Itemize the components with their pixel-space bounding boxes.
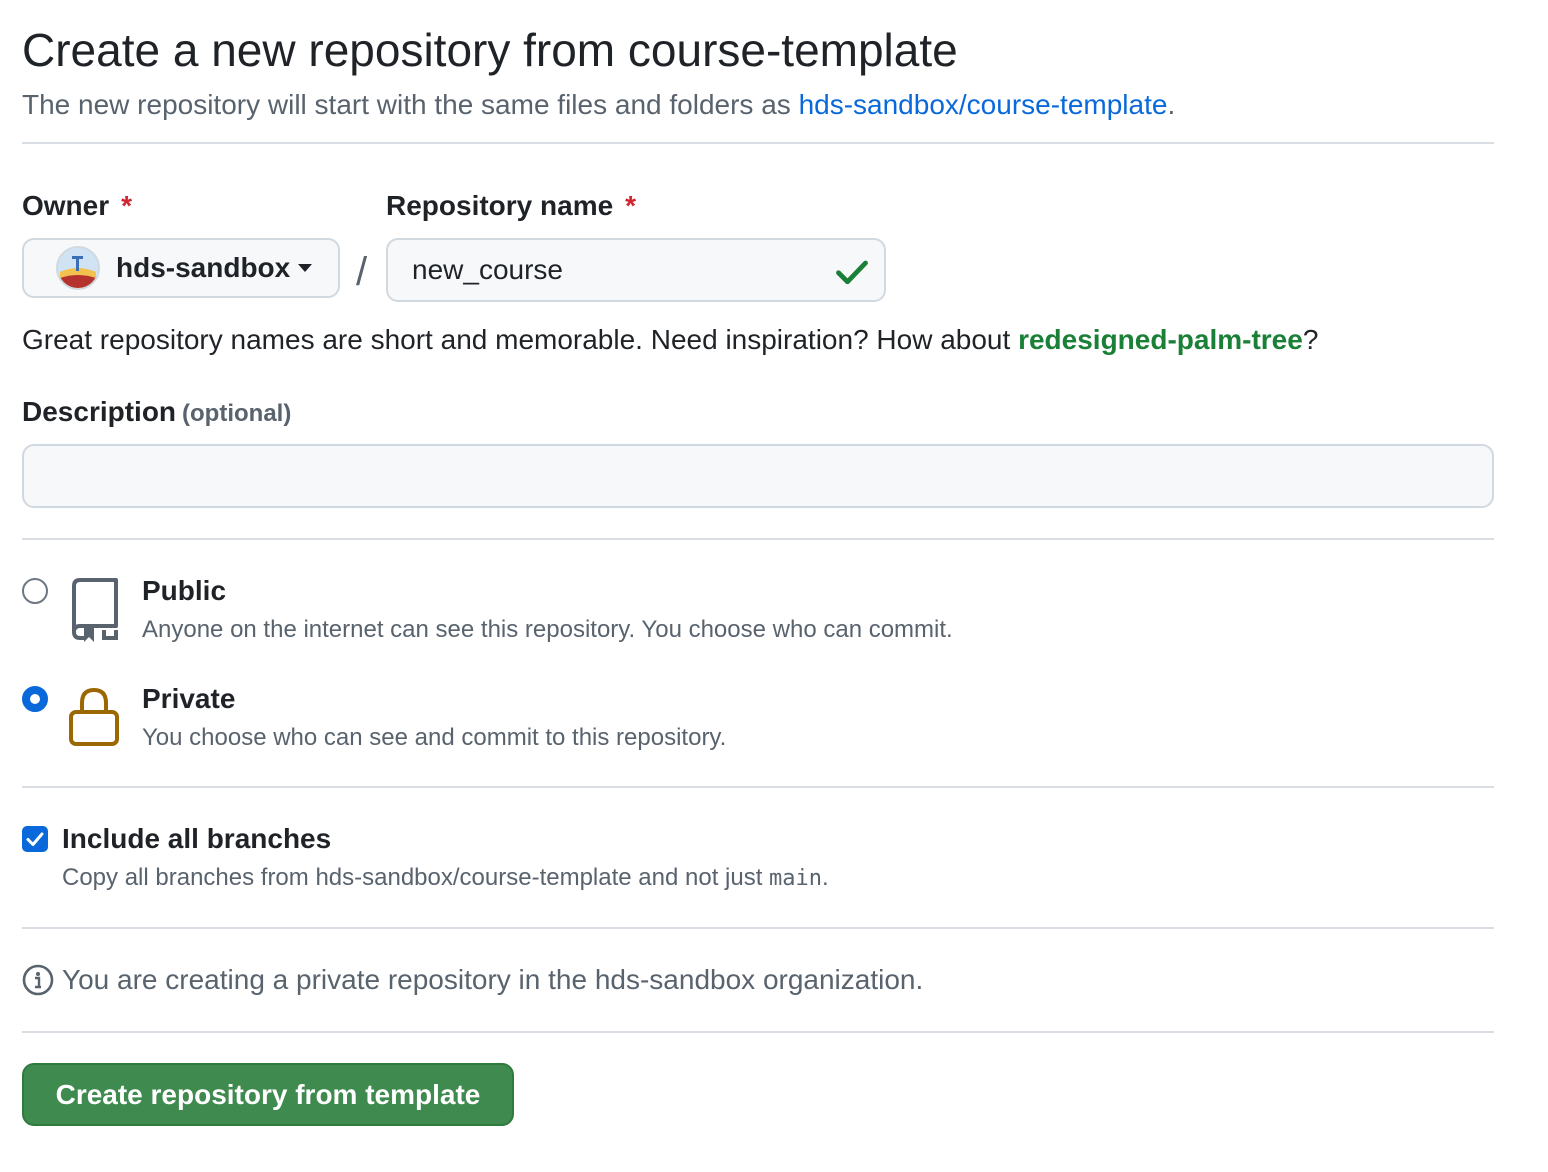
create-repository-button[interactable]: Create repository from template [22,1063,514,1126]
private-radio[interactable] [22,686,48,712]
page-subtitle: The new repository will start with the s… [22,86,1175,124]
name-suggestion[interactable]: redesigned-palm-tree [1018,324,1303,355]
description-field [22,444,1494,508]
divider [22,927,1494,929]
checkmark-icon [26,832,44,846]
divider [22,142,1494,144]
check-icon [836,260,868,285]
template-link[interactable]: hds-sandbox/course-template [799,89,1168,120]
subtitle-suffix: . [1167,89,1176,120]
hint-suffix: ? [1302,324,1319,355]
required-mark: * [625,190,637,221]
include-branches-label[interactable]: Include all branches [62,822,331,856]
public-title: Public [142,575,227,606]
private-description: You choose who can see and commit to thi… [142,724,727,751]
divider [22,786,1494,788]
private-title: Private [142,683,236,714]
public-description: Anyone on the internet can see this repo… [142,616,953,643]
repo-name-label-text: Repository name [386,190,614,221]
public-radio[interactable] [22,578,48,604]
repo-book-icon [72,578,118,642]
required-mark: * [121,190,133,221]
include-branches-checkbox[interactable] [22,826,48,852]
repo-name-field [386,238,886,302]
divider [22,538,1494,540]
repo-name-input[interactable] [412,250,812,290]
owner-name: hds-sandbox [116,252,291,283]
owner-label: Owner * [22,188,132,224]
branches-desc-text: Copy all branches from hds-sandbox/cours… [62,864,770,891]
info-icon [22,964,54,996]
owner-label-text: Owner [22,190,110,221]
owner-avatar [56,246,100,290]
branches-desc-suffix: . [822,864,829,891]
include-branches-description: Copy all branches from hds-sandbox/cours… [62,862,829,895]
info-message: You are creating a private repository in… [62,964,924,995]
page-title: Create a new repository from course-temp… [22,24,958,76]
lock-icon [69,687,119,746]
hint-text: Great repository names are short and mem… [22,324,1019,355]
subtitle-text: The new repository will start with the s… [22,89,799,120]
optional-tag: (optional) [182,400,292,427]
description-label-text: Description [22,396,177,427]
repo-name-hint: Great repository names are short and mem… [22,322,1318,358]
description-label: Description (optional) [22,394,291,432]
description-input[interactable] [24,446,1492,506]
divider [22,1031,1494,1033]
owner-repo-separator: / [356,250,368,294]
owner-select[interactable]: hds-sandbox [22,238,340,298]
repo-name-label: Repository name * [386,188,636,224]
branch-name: main [769,866,823,891]
chevron-down-icon [298,264,313,272]
